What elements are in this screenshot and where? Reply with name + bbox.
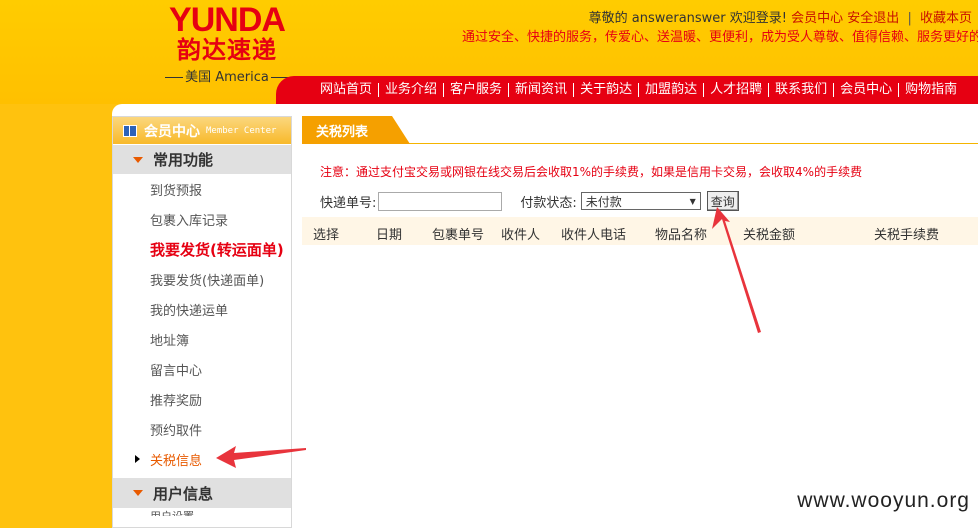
greeting-text: 尊敬的 answeranswer 欢迎登录! [588,11,787,26]
triangle-down-icon [133,490,143,496]
site-header: YUNDA 韵达速递 美国 America 尊敬的 answeranswer 欢… [0,0,978,104]
sidebar-item-user-settings[interactable]: 用户设置 [113,508,291,516]
slogan: 通过安全、快捷的服务，传爱心、送温暖、更便利，成为受人尊敬、值得信赖、服务更好的 [462,30,978,45]
triangle-down-icon [133,156,143,163]
logout-link[interactable]: 安全退出 [847,11,899,26]
tracking-label: 快递单号: [320,195,377,211]
table-header: 选择 日期 包裹单号 收件人 收件人电话 物品名称 关税金额 关税手续费 [302,217,978,245]
sidebar: 会员中心 Member Center 常用功能 到货预报 包裹入库记录 我要发货… [112,116,292,528]
bookmark-link[interactable]: 收藏本页 [920,11,972,26]
sidebar-group-user-info[interactable]: 用户信息 [113,478,291,508]
nav-member-center[interactable]: 会员中心 [834,83,900,97]
col-package-no: 包裹单号 [432,228,485,243]
book-icon [123,124,137,137]
col-recipient: 收件人 [501,228,541,243]
search-form: 快递单号: 付款状态: 未付款 ▼ 查询 [320,191,739,211]
payment-status-label: 付款状态: [520,195,577,211]
col-date: 日期 [376,228,403,243]
yunda-logo[interactable]: YUNDA 韵达速递 美国 America [152,1,302,85]
payment-status-value: 未付款 [585,194,622,209]
arrow-right-icon [135,455,140,463]
tab-tariff-list[interactable]: 关税列表 [302,116,410,144]
col-tariff-amount: 关税金额 [743,228,796,243]
sidebar-item-ship-transfer[interactable]: 我要发货(转运面单) [113,234,291,264]
content-area: 关税列表 注意：通过支付宝交易或网银在线交易后会收取1%的手续费，如果是信用卡交… [302,116,978,528]
col-select: 选择 [313,228,340,243]
sidebar-item-tariff-info[interactable]: 关税信息 [113,444,291,474]
watermark: www.wooyun.org [797,489,970,512]
member-center-link[interactable]: 会员中心 [791,11,843,26]
sidebar-group-common[interactable]: 常用功能 [113,144,291,174]
sidebar-title-text: 会员中心 [144,123,200,140]
sidebar-item-arrival-forecast[interactable]: 到货预报 [113,174,291,204]
nav-contact[interactable]: 联系我们 [769,83,835,97]
sidebar-group-label: 常用功能 [153,151,214,169]
logo-region-text: 美国 America [185,70,269,85]
nav-about[interactable]: 关于韵达 [574,83,640,97]
sidebar-item-label: 关税信息 [150,453,203,469]
nav-home[interactable]: 网站首页 [314,83,380,97]
logo-cn-text: 韵达速递 [177,36,277,64]
sidebar-item-referral[interactable]: 推荐奖励 [113,384,291,414]
logo-en-text: YUNDA [169,1,286,39]
sidebar-item-address-book[interactable]: 地址簿 [113,324,291,354]
nav-customer-service[interactable]: 客户服务 [444,83,510,97]
sidebar-item-inbound-records[interactable]: 包裹入库记录 [113,204,291,234]
col-item-name: 物品名称 [655,228,708,243]
sidebar-item-ship-express[interactable]: 我要发货(快递面单) [113,264,291,294]
chevron-down-icon: ▼ [689,196,696,206]
sidebar-group-label: 用户信息 [153,484,214,503]
nav-business[interactable]: 业务介绍 [379,83,445,97]
tab-bar: 关税列表 [302,116,978,144]
payment-status-select[interactable]: 未付款 ▼ [580,192,701,210]
top-links: 尊敬的 answeranswer 欢迎登录! 会员中心 安全退出 | 收藏本页 [589,7,972,26]
col-tariff-fee: 关税手续费 [874,228,940,243]
nav-franchise[interactable]: 加盟韵达 [639,83,705,97]
sidebar-item-pickup[interactable]: 预约取件 [113,414,291,444]
link-separator: | [907,11,912,26]
sidebar-item-messages[interactable]: 留言中心 [113,354,291,384]
sidebar-item-my-waybills[interactable]: 我的快递运单 [113,294,291,324]
tracking-number-input[interactable] [378,191,503,211]
fee-notice: 注意：通过支付宝交易或网银在线交易后会收取1%的手续费，如果是信用卡交易，会收取… [320,165,863,179]
main-nav: 网站首页 业务介绍 客户服务 新闻资讯 关于韵达 加盟韵达 人才招聘 联系我们 … [276,76,978,104]
nav-news[interactable]: 新闻资讯 [509,83,575,97]
query-button[interactable]: 查询 [706,191,739,211]
nav-careers[interactable]: 人才招聘 [704,83,770,97]
nav-shopping-guide[interactable]: 购物指南 [899,83,963,97]
sidebar-title: 会员中心 Member Center [113,117,291,144]
col-recipient-phone: 收件人电话 [561,228,627,243]
sidebar-title-en: Member Center [206,125,277,136]
